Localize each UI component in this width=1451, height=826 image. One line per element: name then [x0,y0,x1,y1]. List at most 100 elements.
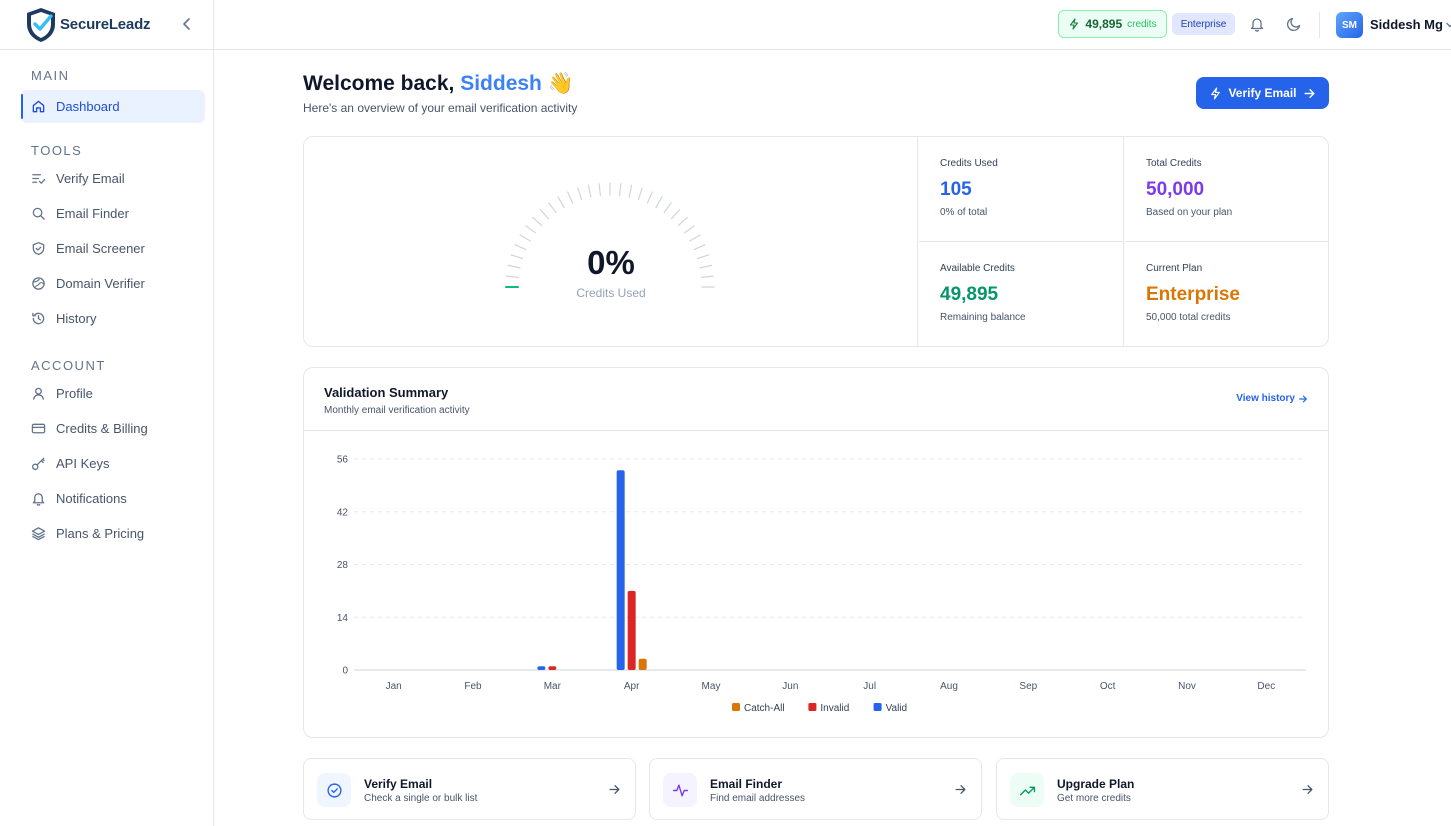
bolt-icon [1070,18,1079,30]
stat-credits-used: Credits Used 105 0% of total [919,137,1124,242]
stat-total-credits: Total Credits 50,000 Based on your plan [1125,137,1328,242]
gauge-tick [670,209,681,220]
x-tick-label: Apr [624,681,640,692]
bar-valid-mar[interactable] [537,666,546,670]
quick-action-title: Verify Email [364,777,433,791]
credits-pill[interactable]: 49,895 credits [1058,10,1167,38]
section-title-main: MAIN [31,68,70,83]
topbar: 49,895 credits Enterprise SM Siddesh Mg [214,0,1451,50]
x-tick-label: Jul [863,681,876,692]
bar-invalid-apr[interactable] [627,590,636,670]
arrow-right-icon [955,785,966,794]
gauge-tick [567,191,574,204]
sidebar-item-profile[interactable]: Profile [0,377,213,410]
gauge-tick [655,196,663,208]
quick-action-upgrade-plan[interactable]: Upgrade Plan Get more credits [996,758,1329,820]
gauge-tick [646,191,653,204]
wave-emoji: 👋 [547,72,574,95]
verify-email-button[interactable]: Verify Email [1196,77,1329,109]
sidebar-item-dashboard[interactable]: Dashboard [21,90,205,123]
section-title-tools: TOOLS [31,143,83,158]
credits-label: credits [1127,18,1157,30]
sidebar-item-label: History [56,311,97,326]
stat-value: 105 [940,179,972,200]
y-tick-label: 0 [342,666,348,677]
bell-icon [32,493,45,506]
page-subtitle: Here's an overview of your email verific… [303,101,578,115]
y-tick-label: 42 [337,507,349,518]
credits-overview-card: 0% Credits Used Credits Used 105 0% of t… [303,136,1329,347]
welcome-name: Siddesh [460,72,542,95]
sidebar-item-label: Dashboard [56,99,120,114]
x-tick-label: Jan [386,681,402,692]
arrow-right-icon [1302,785,1313,794]
sidebar-item-email-screener[interactable]: Email Screener [0,232,213,265]
user-name[interactable]: Siddesh Mg [1370,17,1443,32]
stat-available-credits: Available Credits 49,895 Remaining balan… [919,242,1124,346]
gauge-tick [683,225,695,234]
gauge-tick [689,234,701,242]
legend-label: Invalid [820,703,849,714]
credit-card-icon [31,423,46,434]
stat-value: 50,000 [1146,179,1205,200]
bolt-icon [1211,86,1221,100]
quick-action-verify-email[interactable]: Verify Email Check a single or bulk list [303,758,636,820]
bar-catch-all-apr[interactable] [638,658,647,670]
stat-sub: Remaining balance [940,312,1026,323]
home-icon [32,100,45,113]
arrow-right-icon [609,785,620,794]
nav-tools: TOOLS Verify Email Email Finder Email Sc… [0,143,213,337]
bar-invalid-mar[interactable] [548,666,557,670]
x-tick-label: Dec [1257,681,1275,692]
legend-swatch [873,703,882,711]
stat-title: Available Credits [940,263,1015,274]
quick-action-email-finder[interactable]: Email Finder Find email addresses [649,758,982,820]
sidebar-item-email-finder[interactable]: Email Finder [0,197,213,230]
stat-current-plan: Current Plan Enterprise 50,000 total cre… [1125,242,1328,346]
layers-icon [31,527,46,541]
sidebar-item-plans-pricing[interactable]: Plans & Pricing [0,517,213,550]
view-history-link[interactable]: View history [1236,393,1308,404]
stat-value: 49,895 [940,284,999,305]
sidebar-item-notifications[interactable]: Notifications [0,482,213,515]
x-tick-label: Jun [782,681,798,692]
x-tick-label: Sep [1019,681,1037,692]
chevron-down-icon[interactable] [1444,19,1451,31]
gauge-tick [587,184,592,198]
sidebar-item-label: Domain Verifier [56,276,145,291]
shield-check-icon [32,242,45,256]
avatar[interactable]: SM [1336,12,1363,38]
chevron-left-icon[interactable] [179,16,195,32]
gauge-tick [663,202,672,214]
sidebar-item-history[interactable]: History [0,302,213,335]
sidebar-item-label: API Keys [56,456,110,471]
quick-action-icon [1010,773,1044,807]
sidebar-item-label: Profile [56,386,93,401]
chart-subtitle: Monthly email verification activity [324,405,470,416]
bar-valid-apr[interactable] [616,470,625,670]
quick-action-subtitle: Find email addresses [710,793,806,804]
y-tick-label: 28 [337,560,349,571]
gauge-tick [519,234,531,242]
page-title: Welcome back, Siddesh 👋 [303,72,574,96]
sidebar-item-domain-verifier[interactable]: Domain Verifier [0,267,213,300]
gauge-tick [532,216,543,227]
section-title-account: ACCOUNT [31,358,106,373]
sidebar-item-verify-email[interactable]: Verify Email [0,162,213,195]
quick-action-icon [663,773,697,807]
sidebar-item-label: Notifications [56,491,127,506]
x-tick-label: Mar [544,681,562,692]
verify-email-button-label: Verify Email [1228,86,1297,100]
sidebar-item-api-keys[interactable]: API Keys [0,447,213,480]
y-tick-label: 56 [337,455,349,466]
sidebar-item-credits-billing[interactable]: Credits & Billing [0,412,213,445]
moon-icon[interactable] [1286,16,1302,32]
quick-action-subtitle: Check a single or bulk list [364,793,478,804]
gauge-tick [598,182,601,197]
quick-action-title: Email Finder [710,777,783,791]
x-tick-label: Aug [940,681,958,692]
user-icon [32,387,45,400]
gauge-tick [628,184,633,198]
bell-icon[interactable] [1249,16,1265,32]
brand: SecureLeadz [0,0,213,50]
